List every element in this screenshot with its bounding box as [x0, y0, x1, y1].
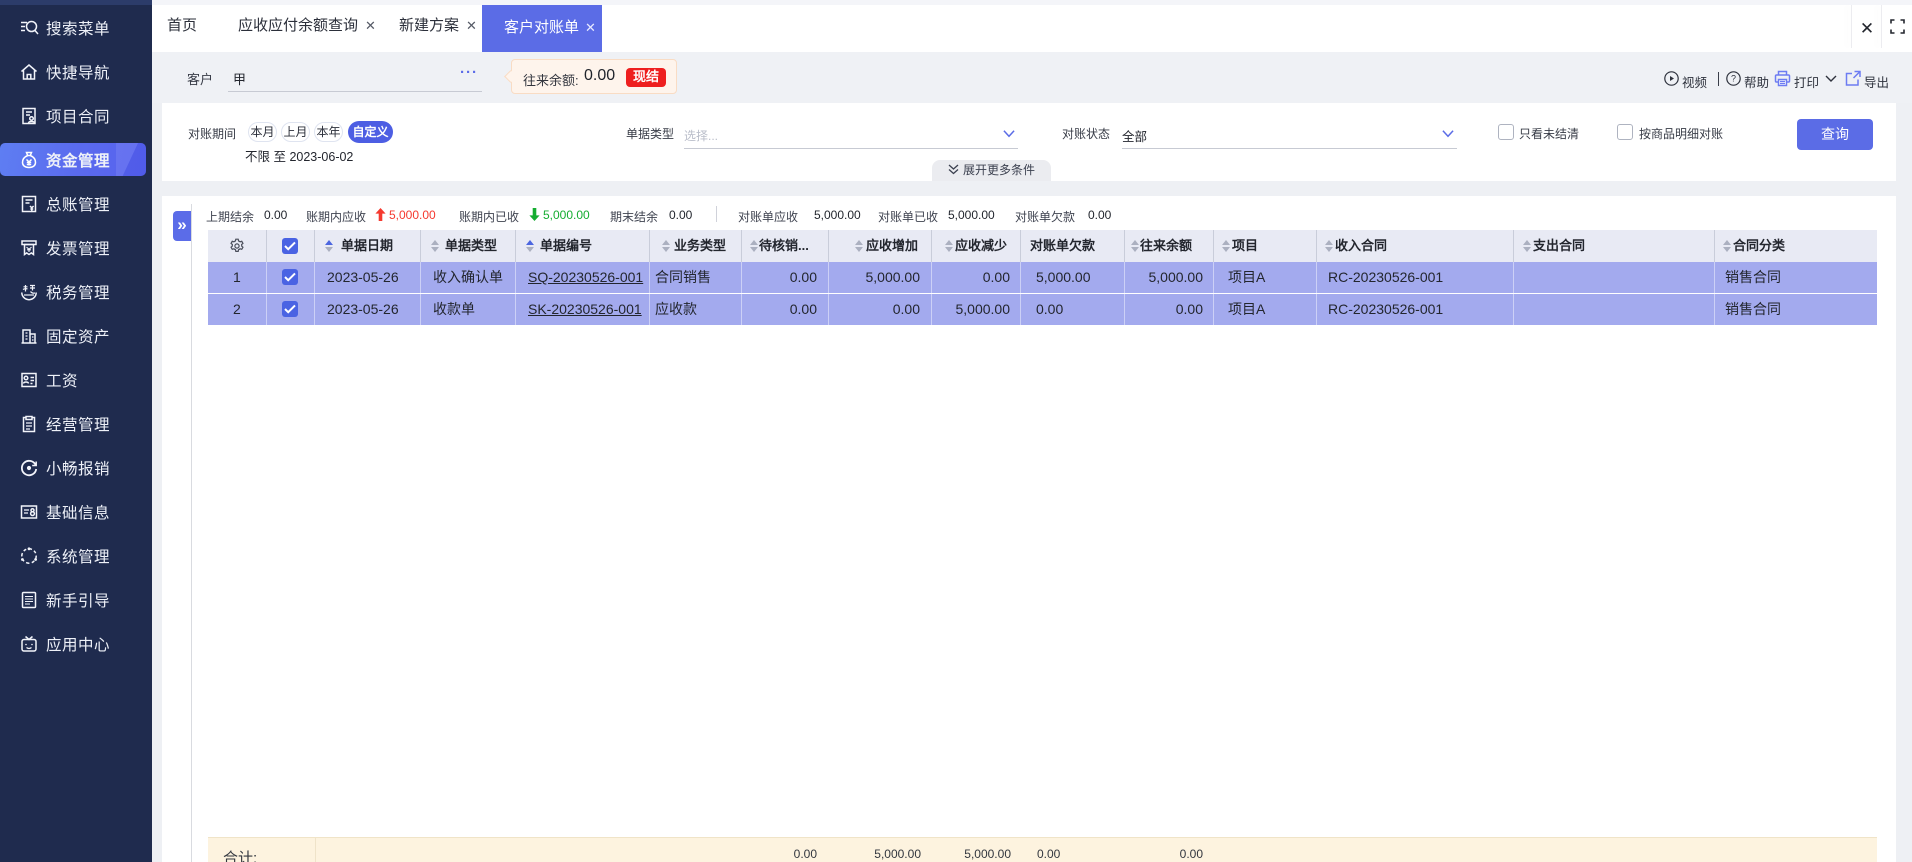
svg-text:?: ?	[1731, 74, 1736, 84]
